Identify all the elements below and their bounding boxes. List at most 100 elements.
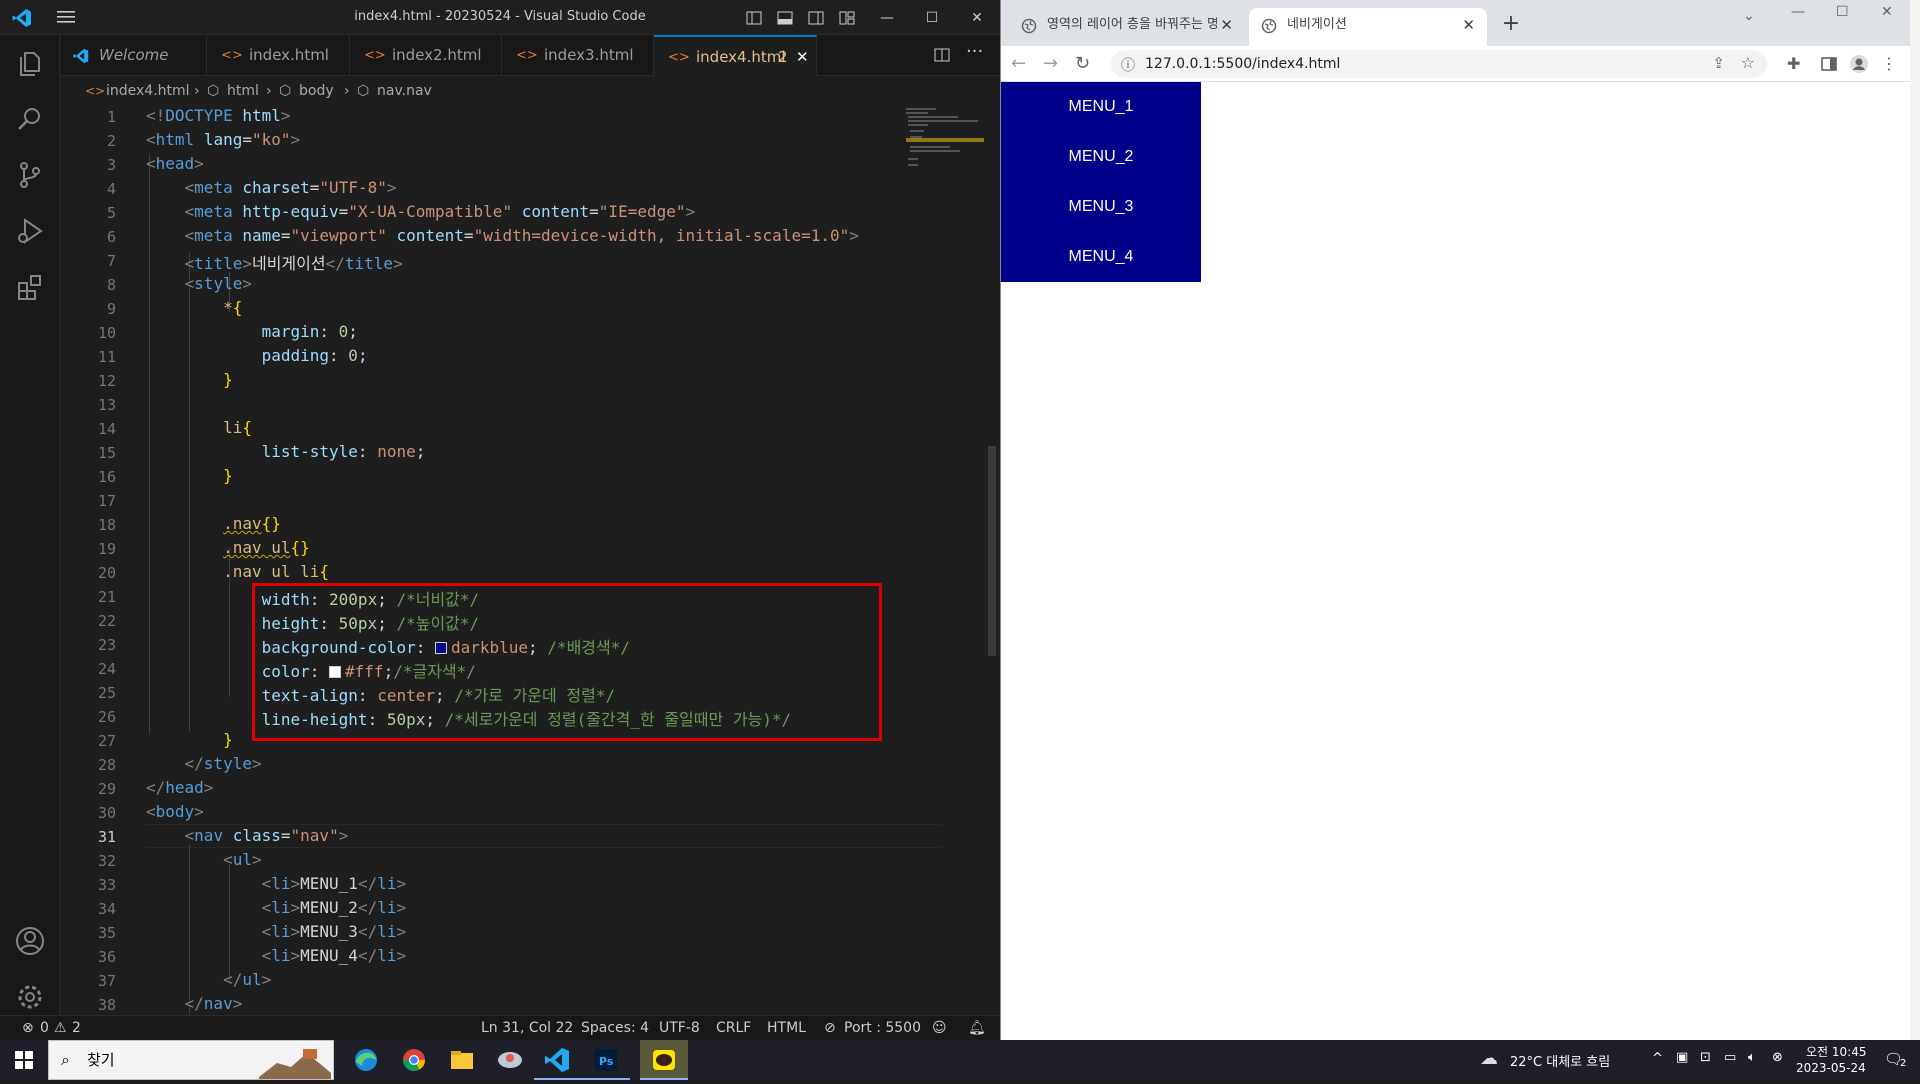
maximize-button[interactable]: ☐ (1836, 4, 1849, 20)
taskbar-app-icon[interactable] (486, 1040, 534, 1080)
warning-icon[interactable]: ⚠ (54, 1016, 67, 1040)
line-number[interactable]: 15 (61, 444, 116, 462)
url-text[interactable]: 127.0.0.1:5500/index4.html (1145, 50, 1340, 78)
line-number[interactable]: 29 (61, 780, 116, 798)
tray-display-icon[interactable]: ▭ (1724, 1050, 1736, 1065)
tab-index2[interactable]: <> index2.html (350, 35, 502, 76)
tray-status-icon[interactable]: ⊗ (1772, 1050, 1783, 1065)
error-count[interactable]: 0 (40, 1016, 49, 1040)
line-number[interactable]: 20 (61, 564, 116, 582)
clock-date[interactable]: 2023-05-24 (1796, 1061, 1866, 1075)
maximize-button[interactable]: ☐ (920, 6, 944, 30)
line-number[interactable]: 11 (61, 348, 116, 366)
close-tab-icon[interactable]: ✕ (1462, 8, 1475, 42)
line-number[interactable]: 2 (61, 132, 116, 150)
breadcrumb-nav[interactable]: nav.nav (377, 76, 432, 106)
tray-app-icon[interactable]: ▣ (1676, 1050, 1688, 1065)
line-number[interactable]: 4 (61, 180, 116, 198)
info-icon[interactable]: ⓘ (1121, 55, 1135, 75)
line-number[interactable]: 24 (61, 660, 116, 678)
port-icon[interactable]: ⊘ (824, 1016, 836, 1040)
source-control-icon[interactable] (14, 159, 46, 191)
extensions-puzzle-icon[interactable]: ✚ (1787, 54, 1807, 74)
side-panel-icon[interactable] (1819, 54, 1839, 74)
line-number[interactable]: 26 (61, 708, 116, 726)
line-number[interactable]: 16 (61, 468, 116, 486)
extensions-icon[interactable] (14, 271, 46, 303)
breadcrumb-file[interactable]: index4.html (106, 76, 190, 106)
line-number[interactable]: 22 (61, 612, 116, 630)
taskbar-photoshop-icon[interactable]: Ps (582, 1040, 630, 1080)
windows-start-icon[interactable] (0, 1040, 48, 1080)
line-number[interactable]: 31 (61, 828, 116, 846)
taskbar-search[interactable]: ⌕ 찾기 (48, 1040, 334, 1080)
profile-avatar-icon[interactable] (1849, 54, 1869, 74)
clock-time[interactable]: 오전 10:45 (1806, 1043, 1866, 1060)
nav-menu-item[interactable]: MENU_2 (1001, 132, 1201, 182)
live-server-port[interactable]: Port : 5500 (844, 1016, 921, 1040)
new-tab-button[interactable]: + (1497, 10, 1525, 38)
line-number[interactable]: 10 (61, 324, 116, 342)
code-editor[interactable]: 1 2 3 4 5 6 7 8 9 10 11 12 13 14 15 16 17 18 19 20 21 22 23 24 2… (61, 106, 941, 1015)
more-actions-icon[interactable]: ··· (966, 41, 983, 62)
line-number[interactable]: 21 (61, 588, 116, 606)
taskbar-file-explorer-icon[interactable] (438, 1040, 486, 1080)
close-window-button[interactable]: ✕ (965, 6, 989, 30)
line-number[interactable]: 36 (61, 948, 116, 966)
manage-gear-icon[interactable] (14, 981, 46, 1013)
minimap[interactable] (904, 106, 984, 1015)
taskbar-edge-icon[interactable] (342, 1040, 390, 1080)
forward-arrow-icon[interactable]: → (1043, 54, 1063, 74)
line-number[interactable]: 5 (61, 204, 116, 222)
toggle-panel-icon[interactable] (777, 10, 793, 26)
line-number[interactable]: 6 (61, 228, 116, 246)
warning-count[interactable]: 2 (72, 1016, 81, 1040)
run-and-debug-icon[interactable] (14, 215, 46, 247)
nav-menu-item[interactable]: MENU_1 (1001, 82, 1201, 132)
indentation[interactable]: Spaces: 4 (581, 1016, 649, 1040)
split-editor-icon[interactable] (934, 47, 950, 63)
breadcrumb-body[interactable]: body (299, 76, 334, 106)
back-arrow-icon[interactable]: ← (1011, 54, 1031, 74)
accounts-icon[interactable] (14, 925, 46, 957)
minimize-button[interactable]: — (1791, 4, 1805, 20)
close-window-button[interactable]: ✕ (1881, 4, 1893, 20)
line-number[interactable]: 25 (61, 684, 116, 702)
taskbar-chrome-icon[interactable] (390, 1040, 438, 1080)
line-number[interactable]: 14 (61, 420, 116, 438)
line-number[interactable]: 9 (61, 300, 116, 318)
tray-network-icon[interactable]: ⊡ (1700, 1050, 1711, 1065)
line-number[interactable]: 8 (61, 276, 116, 294)
taskbar-vscode-icon[interactable] (534, 1040, 582, 1080)
taskbar-kakaotalk-icon[interactable] (640, 1040, 688, 1080)
toggle-primary-sidebar-icon[interactable] (746, 10, 762, 26)
share-icon[interactable]: ⇪ (1712, 54, 1725, 72)
line-number[interactable]: 7 (61, 252, 116, 270)
weather-cloud-icon[interactable]: ☁ (1480, 1048, 1498, 1069)
tab-index3[interactable]: <> index3.html (502, 35, 654, 76)
nav-menu-item[interactable]: MENU_3 (1001, 182, 1201, 232)
line-number[interactable]: 28 (61, 756, 116, 774)
line-number[interactable]: 35 (61, 924, 116, 942)
tab-welcome[interactable]: Welcome (61, 35, 207, 76)
line-number[interactable]: 19 (61, 540, 116, 558)
line-number[interactable]: 32 (61, 852, 116, 870)
notifications-bell-icon[interactable]: 🔔︎ (968, 1016, 986, 1040)
close-tab-icon[interactable]: ✕ (1220, 8, 1233, 42)
encoding[interactable]: UTF-8 (659, 1016, 700, 1040)
breadcrumb-html[interactable]: html (227, 76, 259, 106)
explorer-icon[interactable] (14, 47, 46, 79)
line-number[interactable]: 37 (61, 972, 116, 990)
tab-index4[interactable]: <> index4.html 2 ✕ (654, 35, 817, 76)
customize-layout-icon[interactable] (839, 10, 855, 26)
toggle-secondary-sidebar-icon[interactable] (808, 10, 824, 26)
minimize-button[interactable]: — (875, 6, 899, 30)
line-number[interactable]: 33 (61, 876, 116, 894)
bookmark-star-icon[interactable]: ☆ (1741, 53, 1755, 72)
error-icon[interactable]: ⊗ (22, 1016, 34, 1040)
address-bar[interactable]: ⓘ 127.0.0.1:5500/index4.html ⇪ ☆ (1111, 50, 1767, 78)
line-number[interactable]: 17 (61, 492, 116, 510)
tray-chevron-up-icon[interactable]: ^ (1652, 1051, 1663, 1066)
cursor-position[interactable]: Ln 31, Col 22 (481, 1016, 573, 1040)
line-number[interactable]: 38 (61, 996, 116, 1014)
